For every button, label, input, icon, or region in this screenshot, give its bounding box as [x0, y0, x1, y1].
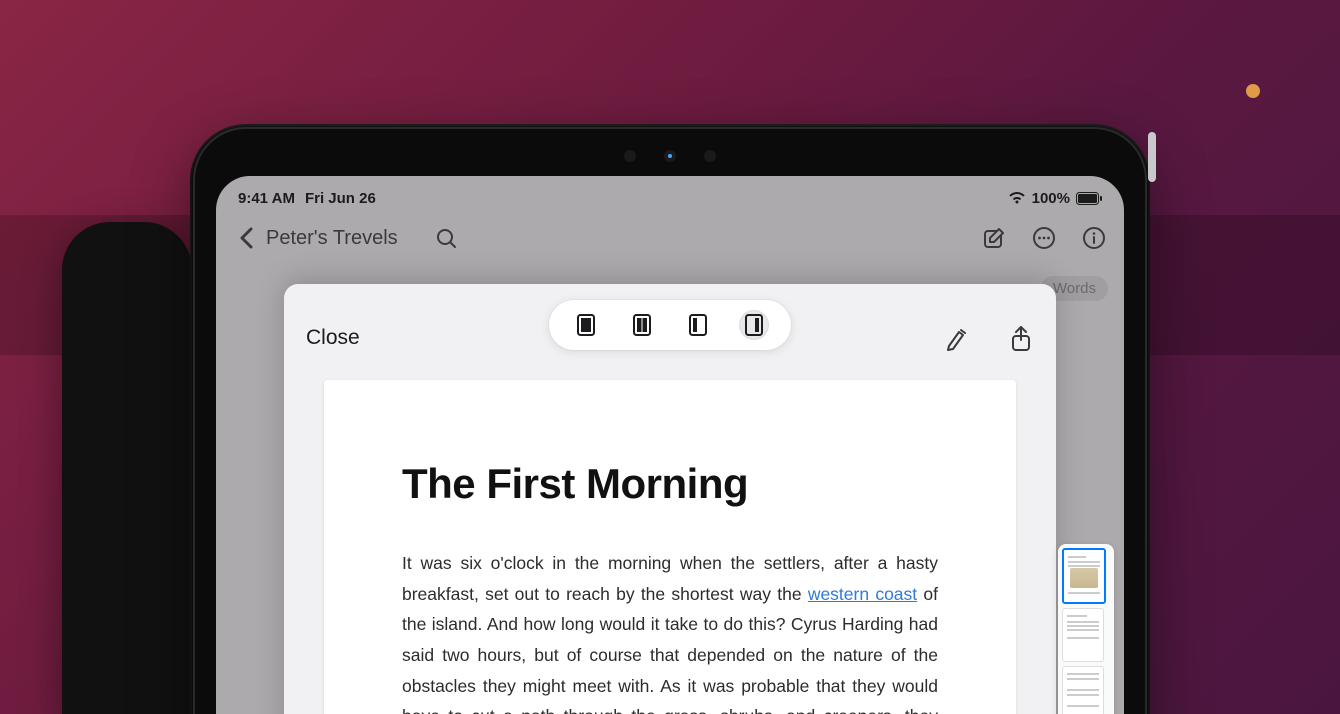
decorative-dot: [1246, 84, 1260, 98]
info-icon[interactable]: [1080, 224, 1108, 252]
document-body: It was six o'clock in the morning when t…: [402, 548, 938, 714]
preview-sheet: Close: [284, 284, 1056, 714]
page-thumbnail[interactable]: [1062, 548, 1106, 604]
device-screen: 9:41 AM Fri Jun 26 100%: [216, 176, 1124, 714]
close-button[interactable]: Close: [306, 326, 360, 350]
back-title[interactable]: Peter's Trevels: [266, 227, 398, 250]
sheet-header: Close: [284, 284, 1056, 376]
camera-indicator: [664, 150, 676, 162]
view-mode-single-page-icon[interactable]: [571, 310, 601, 340]
wifi-icon: [1008, 191, 1026, 205]
tablet-device: 9:41 AM Fri Jun 26 100%: [190, 124, 1150, 714]
device-sensors: [624, 150, 716, 162]
battery-icon: [1076, 192, 1102, 205]
search-icon[interactable]: [432, 224, 460, 252]
western-coast-link[interactable]: western coast: [808, 584, 917, 604]
back-chevron-icon[interactable]: [232, 224, 260, 252]
sensor-dot: [624, 150, 636, 162]
compose-icon[interactable]: [980, 224, 1008, 252]
desktop-background: 9:41 AM Fri Jun 26 100%: [0, 0, 1340, 714]
share-icon[interactable]: [1006, 324, 1036, 354]
background-device-shadow: [62, 222, 192, 714]
word-count-label: Words: [1053, 280, 1096, 297]
device-side-button: [1148, 132, 1156, 182]
status-time: 9:41 AM: [238, 190, 295, 207]
document-title: The First Morning: [402, 460, 938, 508]
page-thumbnail[interactable]: [1062, 666, 1104, 714]
status-date: Fri Jun 26: [305, 190, 376, 207]
battery-percent: 100%: [1032, 190, 1070, 207]
view-mode-segmented-control: [549, 300, 791, 350]
document-page: The First Morning It was six o'clock in …: [324, 380, 1016, 714]
view-mode-left-panel-icon[interactable]: [683, 310, 713, 340]
status-bar: 9:41 AM Fri Jun 26 100%: [216, 186, 1124, 210]
more-icon[interactable]: [1030, 224, 1058, 252]
view-mode-right-panel-icon[interactable]: [739, 310, 769, 340]
appearance-icon[interactable]: [942, 324, 972, 354]
page-thumbnail[interactable]: [1062, 608, 1104, 662]
page-thumbnails-panel: [1058, 544, 1114, 714]
nav-bar: Peter's Trevels: [216, 216, 1124, 260]
sensor-dot: [704, 150, 716, 162]
view-mode-two-page-icon[interactable]: [627, 310, 657, 340]
